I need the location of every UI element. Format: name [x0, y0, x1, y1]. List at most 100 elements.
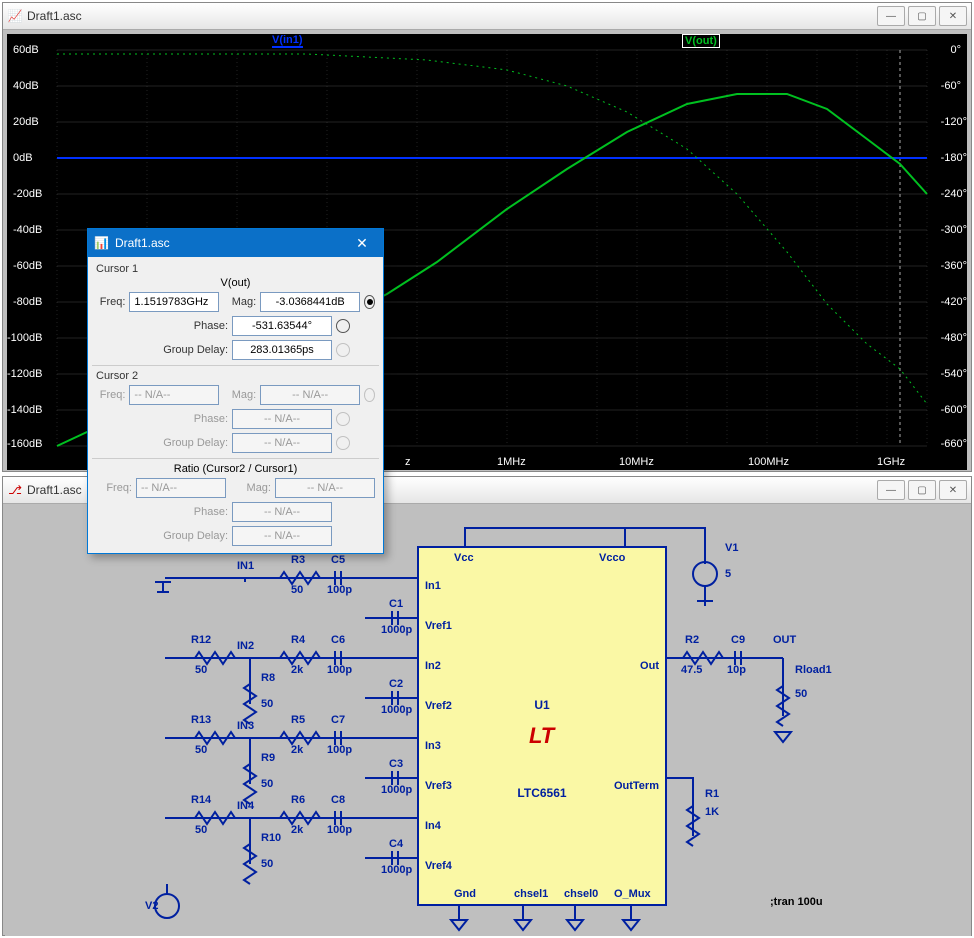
schematic-svg — [5, 506, 971, 936]
net-in1[interactable]: IN1 — [237, 560, 254, 572]
cursor1-label: Cursor 1 — [96, 263, 375, 275]
c4-val[interactable]: 1000p — [381, 864, 412, 876]
c2-phase-input[interactable] — [232, 409, 332, 429]
r8-ref[interactable]: R8 — [261, 672, 275, 684]
r9-val[interactable]: 50 — [261, 778, 273, 790]
r4-ref[interactable]: R4 — [291, 634, 305, 646]
ratio-mag-input[interactable] — [275, 478, 375, 498]
ratio-freq-input[interactable] — [136, 478, 226, 498]
c2-gd-input[interactable] — [232, 433, 332, 453]
c1-freq-label: Freq: — [96, 296, 129, 308]
r1-val[interactable]: 1K — [705, 806, 719, 818]
c2-phase-label: Phase: — [96, 413, 232, 425]
cursor-dialog-title: Draft1.asc — [115, 236, 170, 250]
net-in2[interactable]: IN2 — [237, 640, 254, 652]
c3-val[interactable]: 1000p — [381, 784, 412, 796]
c6-ref[interactable]: C6 — [331, 634, 345, 646]
c8-val[interactable]: 100p — [327, 824, 352, 836]
ratio-phase-input[interactable] — [232, 502, 332, 522]
c2-freq-label: Freq: — [96, 389, 129, 401]
r5-ref[interactable]: R5 — [291, 714, 305, 726]
c9-val[interactable]: 10p — [727, 664, 746, 676]
c2-mag-input[interactable] — [260, 385, 360, 405]
c2-gd-radio[interactable] — [336, 436, 350, 450]
ratio-gd-input[interactable] — [232, 526, 332, 546]
v2-ref[interactable]: V2 — [145, 900, 158, 912]
c1-phase-label: Phase: — [96, 320, 232, 332]
r6-ref[interactable]: R6 — [291, 794, 305, 806]
c2-mag-label: Mag: — [219, 389, 260, 401]
c2-gd-label: Group Delay: — [96, 437, 232, 449]
c1-gd-radio[interactable] — [336, 343, 350, 357]
schematic-maximize-button[interactable]: ▢ — [908, 480, 936, 500]
c6-val[interactable]: 100p — [327, 664, 352, 676]
net-out[interactable]: OUT — [773, 634, 796, 646]
cursor-dialog-icon: 📊 — [94, 236, 109, 250]
r10-val[interactable]: 50 — [261, 858, 273, 870]
schematic-close-button[interactable]: ✕ — [939, 480, 967, 500]
c1-mag-input[interactable] — [260, 292, 360, 312]
c2-val[interactable]: 1000p — [381, 704, 412, 716]
cursor-dialog-titlebar[interactable]: 📊 Draft1.asc ✕ — [88, 229, 383, 257]
close-button[interactable]: ✕ — [939, 6, 967, 26]
c9-ref[interactable]: C9 — [731, 634, 745, 646]
r3-ref[interactable]: R3 — [291, 554, 305, 566]
c5-ref[interactable]: C5 — [331, 554, 345, 566]
net-in3[interactable]: IN3 — [237, 720, 254, 732]
c1-mag-label: Mag: — [219, 296, 260, 308]
r10-ref[interactable]: R10 — [261, 832, 281, 844]
r12-ref[interactable]: R12 — [191, 634, 211, 646]
c1-phase-input[interactable] — [232, 316, 332, 336]
r14-ref[interactable]: R14 — [191, 794, 211, 806]
c3-ref[interactable]: C3 — [389, 758, 403, 770]
cursor-dialog-close-button[interactable]: ✕ — [347, 229, 377, 257]
ratio-phase-label: Phase: — [96, 506, 232, 518]
c1-phase-radio[interactable] — [336, 319, 350, 333]
v1-ref[interactable]: V1 — [725, 542, 738, 554]
r5-val[interactable]: 2k — [291, 744, 303, 756]
ratio-label: Ratio (Cursor2 / Cursor1) — [96, 463, 375, 475]
r12-val[interactable]: 50 — [195, 664, 207, 676]
c8-ref[interactable]: C8 — [331, 794, 345, 806]
c2-phase-radio[interactable] — [336, 412, 350, 426]
schematic-window-icon: ⎇ — [7, 482, 23, 498]
plot-window-icon: 📈 — [7, 8, 23, 24]
c7-val[interactable]: 100p — [327, 744, 352, 756]
c7-ref[interactable]: C7 — [331, 714, 345, 726]
c1-ref[interactable]: C1 — [389, 598, 403, 610]
maximize-button[interactable]: ▢ — [908, 6, 936, 26]
schematic-minimize-button[interactable]: — — [877, 480, 905, 500]
r1-ref[interactable]: R1 — [705, 788, 719, 800]
r2-ref[interactable]: R2 — [685, 634, 699, 646]
r8-val[interactable]: 50 — [261, 698, 273, 710]
r6-val[interactable]: 2k — [291, 824, 303, 836]
c5-val[interactable]: 100p — [327, 584, 352, 596]
r4-val[interactable]: 2k — [291, 664, 303, 676]
r3-val[interactable]: 50 — [291, 584, 303, 596]
c1-val[interactable]: 1000p — [381, 624, 412, 636]
minimize-button[interactable]: — — [877, 6, 905, 26]
v1-val[interactable]: 5 — [725, 568, 731, 580]
plot-titlebar[interactable]: 📈 Draft1.asc — ▢ ✕ — [3, 3, 971, 30]
c4-ref[interactable]: C4 — [389, 838, 403, 850]
c2-ref[interactable]: C2 — [389, 678, 403, 690]
c1-gd-input[interactable] — [232, 340, 332, 360]
schematic-canvas[interactable]: .ac dec 10000 300 3G ;tran 100u U1 LT LT… — [5, 506, 971, 936]
net-in4[interactable]: IN4 — [237, 800, 254, 812]
ratio-freq-label: Freq: — [96, 482, 136, 494]
r13-val[interactable]: 50 — [195, 744, 207, 756]
c2-mag-radio[interactable] — [364, 388, 375, 402]
r13-ref[interactable]: R13 — [191, 714, 211, 726]
rload1-val[interactable]: 50 — [795, 688, 807, 700]
r14-val[interactable]: 50 — [195, 824, 207, 836]
c1-freq-input[interactable] — [129, 292, 219, 312]
c1-gd-label: Group Delay: — [96, 344, 232, 356]
r2-val[interactable]: 47.5 — [681, 664, 702, 676]
c1-mag-radio[interactable] — [364, 295, 375, 309]
plot-title: Draft1.asc — [27, 9, 877, 23]
c2-freq-input[interactable] — [129, 385, 219, 405]
r9-ref[interactable]: R9 — [261, 752, 275, 764]
rload1-ref[interactable]: Rload1 — [795, 664, 832, 676]
cursor1-trace: V(out) — [96, 277, 375, 289]
cursor-dialog[interactable]: 📊 Draft1.asc ✕ Cursor 1 V(out) Freq: Mag… — [87, 228, 384, 554]
